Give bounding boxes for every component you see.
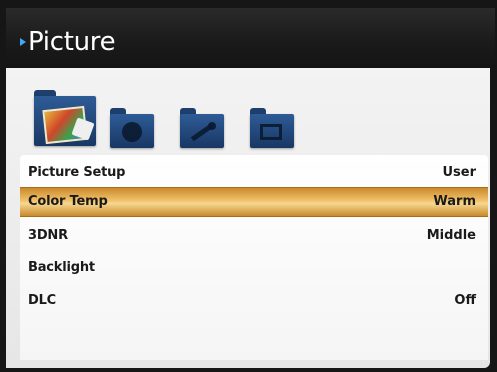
menu-item-label: DLC <box>28 293 57 308</box>
menu-item-value: Middle <box>426 228 476 243</box>
camera-folder-icon[interactable] <box>110 108 154 148</box>
screen-folder-icon[interactable] <box>250 108 294 148</box>
menu-item-picture-setup[interactable]: Picture Setup User <box>20 159 488 187</box>
menu-item-color-temp[interactable]: Color Temp Warm <box>20 187 488 217</box>
menu-item-label: 3DNR <box>28 228 68 243</box>
menu-item-backlight[interactable]: Backlight <box>20 254 488 282</box>
menu-item-value: Warm <box>433 194 476 209</box>
menu-item-3dnr[interactable]: 3DNR Middle <box>20 222 488 250</box>
menu-item-value: Off <box>454 293 476 308</box>
menu-item-label: Color Temp <box>28 194 108 209</box>
picture-folder-icon[interactable] <box>34 90 96 146</box>
picture-menu: Picture Setup User Color Temp Warm 3DNR … <box>20 155 488 360</box>
tv-osd-screen: Picture Picture Setup User Color Temp Wa… <box>0 0 497 372</box>
tools-folder-icon[interactable] <box>180 108 224 148</box>
title-bar: Picture <box>6 8 495 68</box>
title-marker-icon <box>20 38 26 46</box>
menu-item-label: Picture Setup <box>28 165 126 180</box>
menu-item-dlc[interactable]: DLC Off <box>20 287 488 315</box>
page-title: Picture <box>28 27 116 57</box>
menu-item-label: Backlight <box>28 260 95 275</box>
menu-item-value: User <box>442 165 476 180</box>
